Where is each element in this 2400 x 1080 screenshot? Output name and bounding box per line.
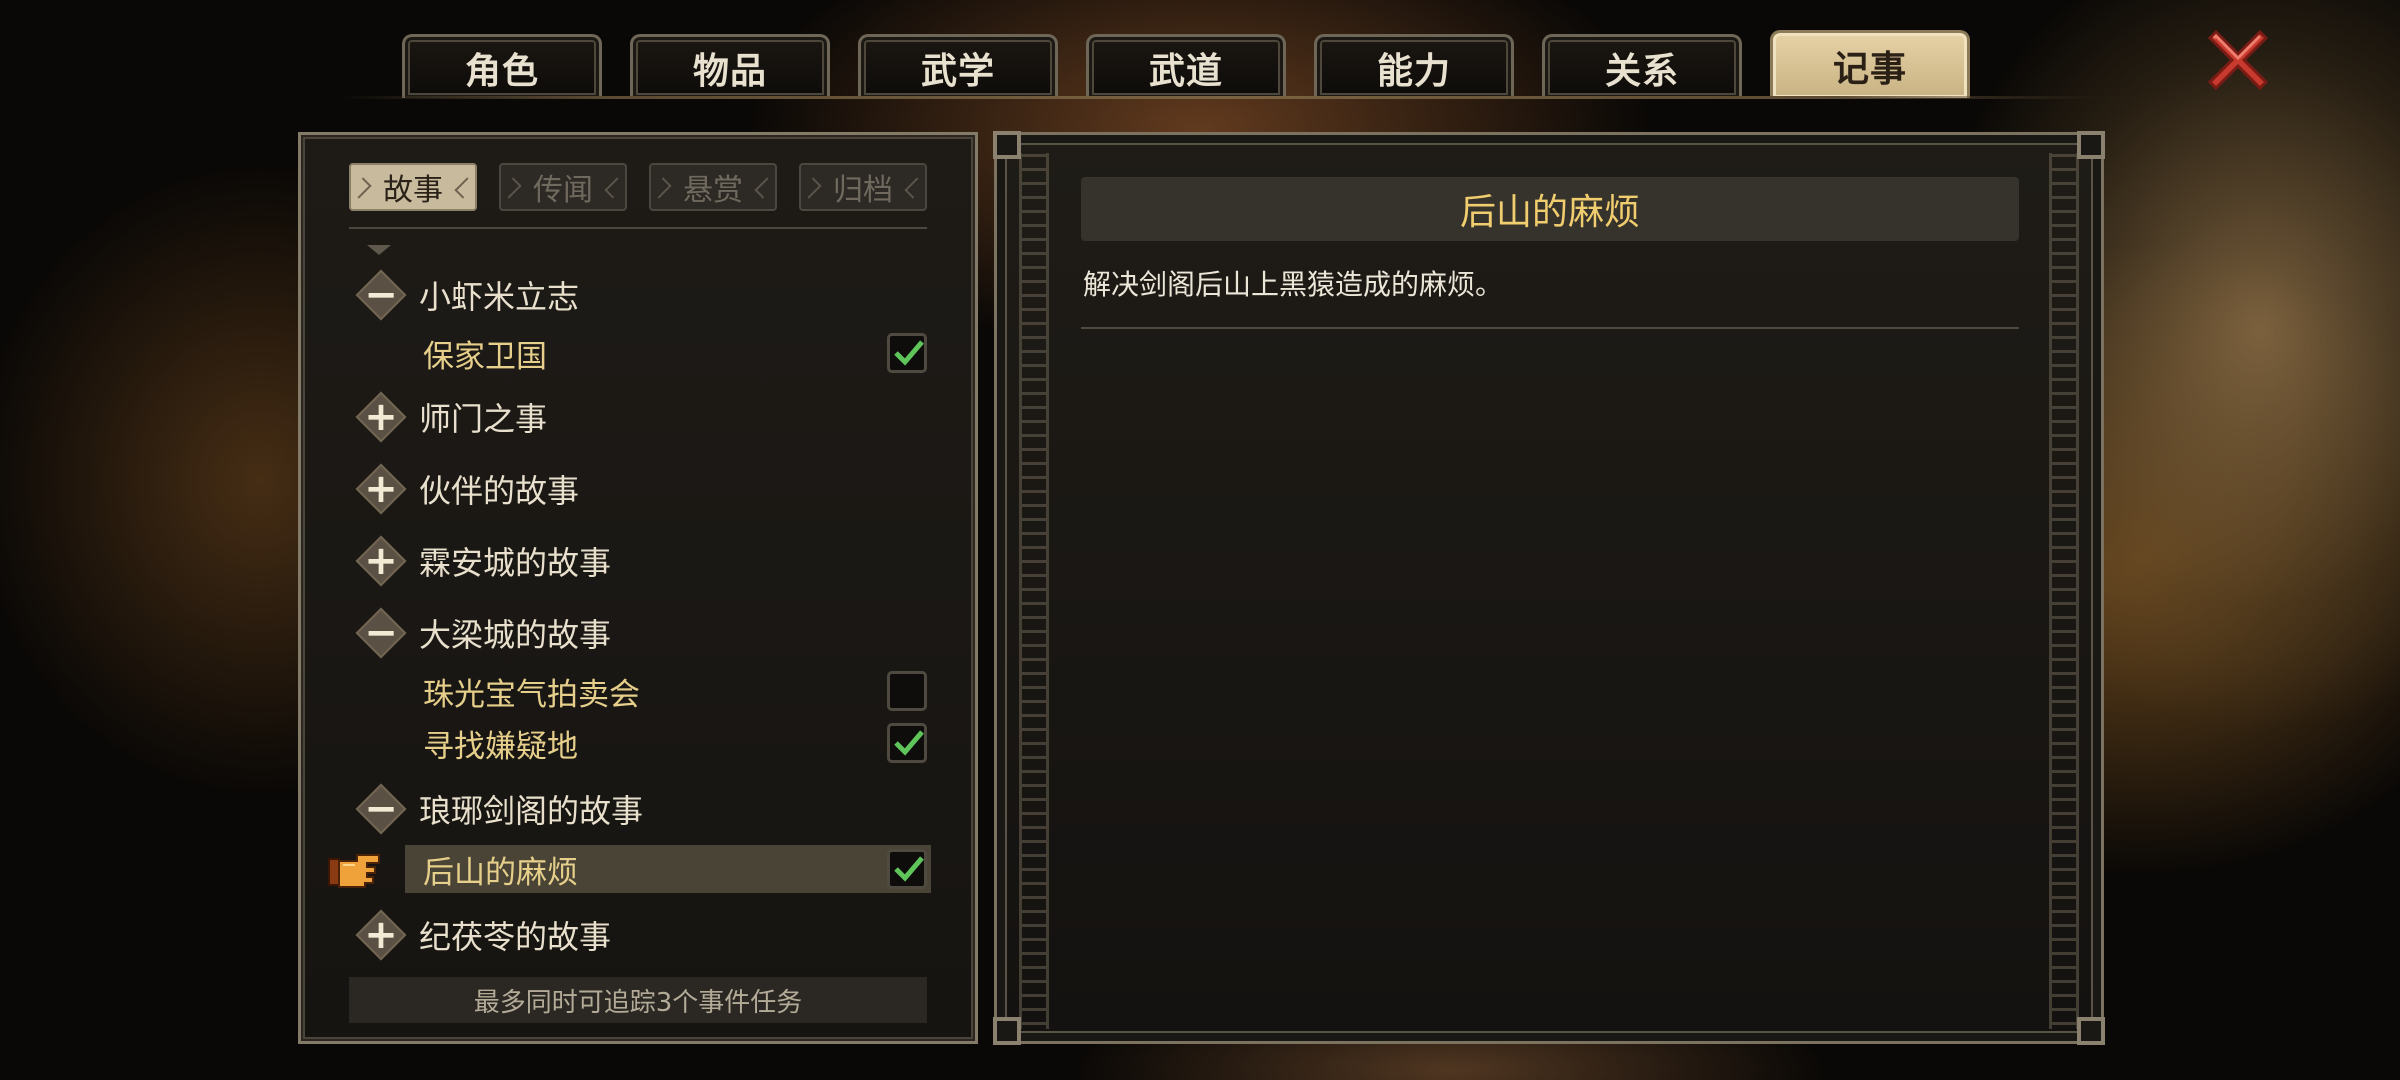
quest-item-selected[interactable]: 后山的麻烦 xyxy=(405,845,931,893)
checkmark-icon xyxy=(894,340,924,366)
quest-item[interactable]: 寻找嫌疑地 xyxy=(405,719,931,767)
tab-abilities[interactable]: 能力 xyxy=(1314,34,1514,98)
detail-divider xyxy=(1081,327,2019,329)
tab-items[interactable]: 物品 xyxy=(630,34,830,98)
group-label: 琅琊剑阁的故事 xyxy=(419,792,644,830)
group-label: 小虾米立志 xyxy=(419,278,580,316)
story-tree: − 小虾米立志 保家卫国 + 师门之事 + 伙伴的故事 + 霖安城的故事 − 大… xyxy=(301,135,981,995)
checkmark-icon xyxy=(894,856,924,882)
group-label: 伙伴的故事 xyxy=(419,472,580,510)
top-tab-bar: 角色 物品 武学 武道 能力 关系 记事 xyxy=(402,30,2002,98)
corner-ornament xyxy=(993,131,1021,159)
story-group[interactable]: + 纪茯苓的故事 xyxy=(353,905,933,965)
story-group[interactable]: − 小虾米立志 xyxy=(353,265,933,325)
tab-divider xyxy=(340,96,2100,99)
tab-label: 关系 xyxy=(1604,50,1679,92)
checkmark-icon xyxy=(894,730,924,756)
quest-label: 保家卫国 xyxy=(423,338,547,375)
story-group[interactable]: − 大梁城的故事 xyxy=(353,603,933,663)
quest-label: 后山的麻烦 xyxy=(423,854,578,891)
quest-description: 解决剑阁后山上黑猿造成的麻烦。 xyxy=(1083,268,1504,301)
story-group[interactable]: + 师门之事 xyxy=(353,387,933,447)
group-label: 霖安城的故事 xyxy=(419,544,612,582)
tab-label: 武学 xyxy=(920,50,995,92)
minus-icon[interactable]: − xyxy=(353,605,409,661)
story-group[interactable]: + 霖安城的故事 xyxy=(353,531,933,591)
border-ornament xyxy=(1019,153,1049,1029)
plus-icon[interactable]: + xyxy=(353,533,409,589)
corner-ornament xyxy=(2077,131,2105,159)
minus-icon[interactable]: − xyxy=(353,781,409,837)
tab-label: 武道 xyxy=(1148,50,1223,92)
group-label: 师门之事 xyxy=(419,400,548,438)
tab-label: 记事 xyxy=(1832,48,1907,90)
corner-ornament xyxy=(993,1017,1021,1045)
group-label: 大梁城的故事 xyxy=(419,616,612,654)
quest-item[interactable]: 珠光宝气拍卖会 xyxy=(405,667,931,715)
quest-label: 珠光宝气拍卖会 xyxy=(423,676,640,713)
plus-icon[interactable]: + xyxy=(353,461,409,517)
tab-label: 角色 xyxy=(464,50,539,92)
track-checkbox[interactable] xyxy=(887,723,927,763)
close-icon xyxy=(2207,29,2269,91)
journal-list-panel: 故事 传闻 悬赏 归档 − 小虾米立志 保家卫国 + 师门之事 + 伙伴的故事 … xyxy=(298,132,978,1044)
story-group[interactable]: − 琅琊剑阁的故事 xyxy=(353,779,933,839)
pointing-hand-icon xyxy=(328,854,380,888)
tab-martial-arts[interactable]: 武学 xyxy=(858,34,1058,98)
close-button[interactable] xyxy=(2196,18,2280,102)
quest-detail-panel: 后山的麻烦 解决剑阁后山上黑猿造成的麻烦。 xyxy=(993,131,2105,1045)
plus-icon[interactable]: + xyxy=(353,389,409,445)
track-limit-note: 最多同时可追踪3个事件任务 xyxy=(349,977,927,1023)
tab-journal[interactable]: 记事 xyxy=(1770,30,1970,98)
quest-item[interactable]: 保家卫国 xyxy=(405,329,931,377)
tab-label: 能力 xyxy=(1376,50,1451,92)
quest-label: 寻找嫌疑地 xyxy=(423,728,578,765)
track-checkbox[interactable] xyxy=(887,333,927,373)
tab-martial-way[interactable]: 武道 xyxy=(1086,34,1286,98)
border-ornament xyxy=(2049,153,2079,1029)
quest-title: 后山的麻烦 xyxy=(1081,177,2019,241)
corner-ornament xyxy=(2077,1017,2105,1045)
tab-relations[interactable]: 关系 xyxy=(1542,34,1742,98)
track-checkbox[interactable] xyxy=(887,849,927,889)
tab-character[interactable]: 角色 xyxy=(402,34,602,98)
track-checkbox[interactable] xyxy=(887,671,927,711)
tab-label: 物品 xyxy=(692,50,767,92)
group-label: 纪茯苓的故事 xyxy=(419,918,612,956)
plus-icon[interactable]: + xyxy=(353,907,409,963)
story-group[interactable]: + 伙伴的故事 xyxy=(353,459,933,519)
minus-icon[interactable]: − xyxy=(353,267,409,323)
